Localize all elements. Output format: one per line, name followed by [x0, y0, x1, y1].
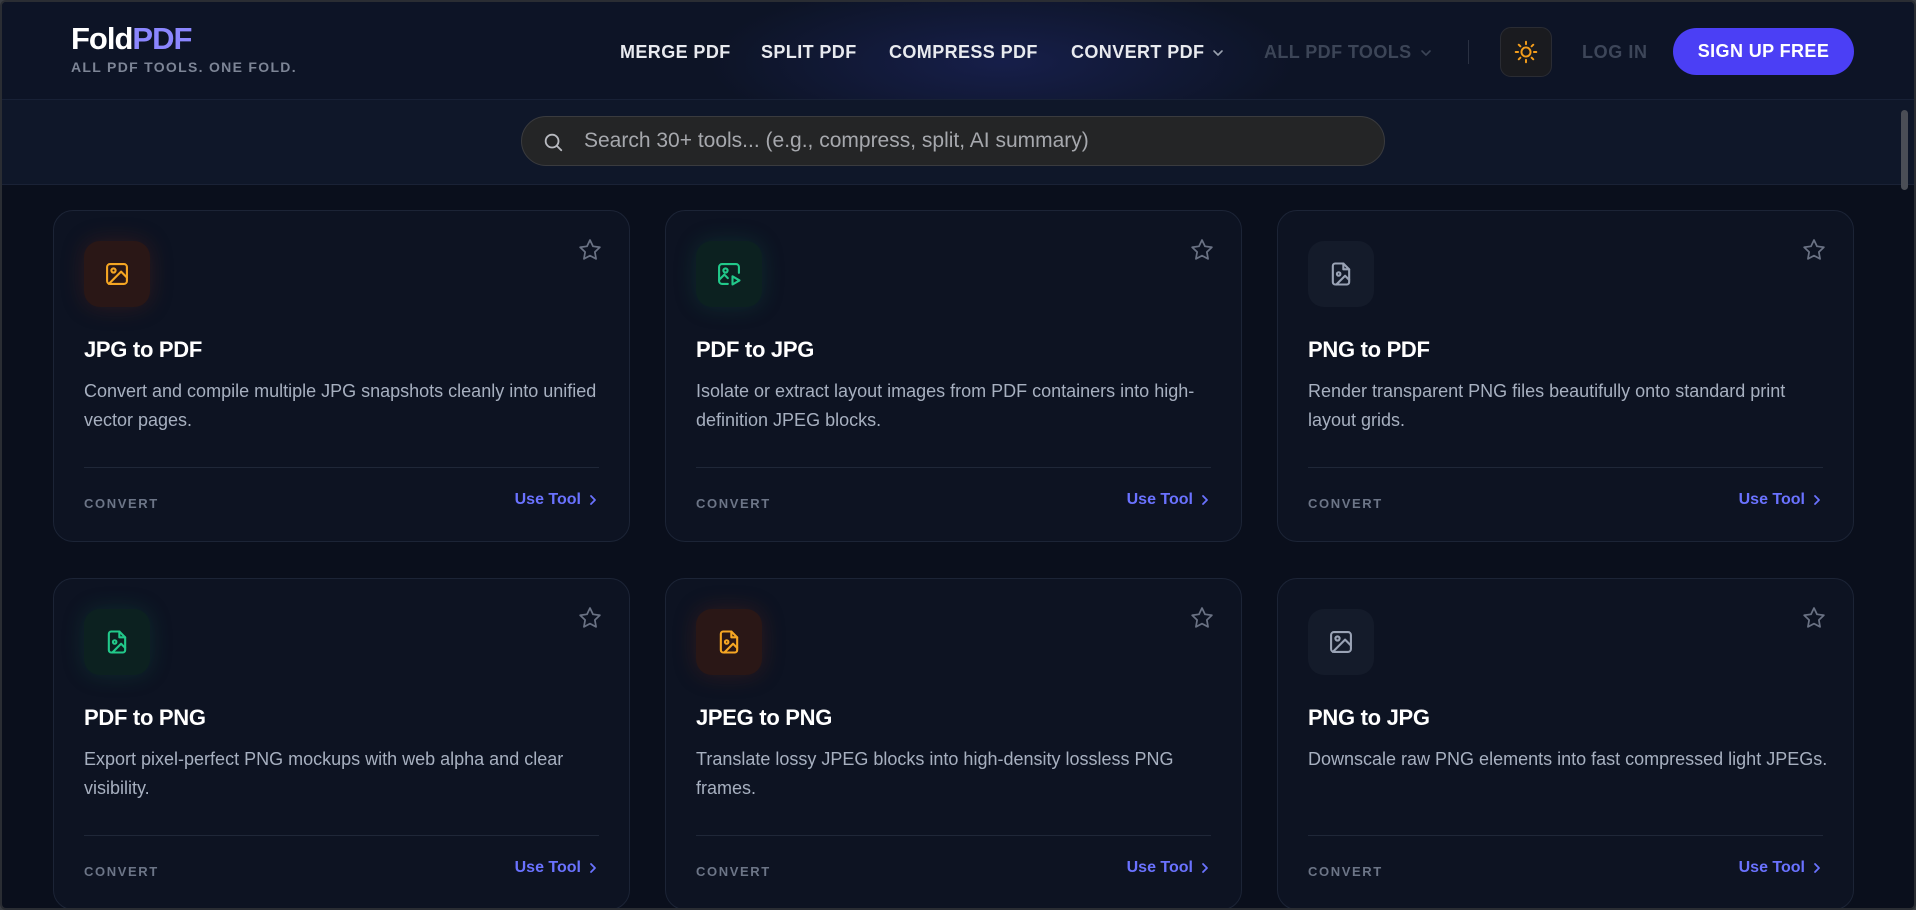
card-divider	[1308, 467, 1823, 468]
card-divider	[1308, 835, 1823, 836]
tool-card-pdf-to-png[interactable]: PDF to PNG Export pixel-perfect PNG mock…	[53, 578, 630, 908]
image-icon	[106, 263, 128, 285]
nav-convert-pdf-dropdown[interactable]: CONVERT PDF	[1071, 40, 1224, 64]
search-section	[2, 100, 1914, 185]
file-image-icon	[1331, 262, 1351, 286]
chevron-right-icon	[590, 495, 596, 505]
chevron-down-icon	[1213, 50, 1224, 57]
chevron-right-icon	[590, 863, 596, 873]
use-tool-label: Use Tool	[514, 859, 581, 876]
card-icon-badge	[696, 609, 762, 675]
card-icon-badge	[84, 241, 150, 307]
file-image-icon	[719, 630, 739, 654]
brand-logo[interactable]: FoldPDF ALL PDF TOOLS. ONE FOLD.	[71, 22, 297, 76]
search-input[interactable]	[584, 117, 1364, 165]
use-tool-label: Use Tool	[1738, 859, 1805, 876]
card-title: PNG to PDF	[1308, 337, 1430, 362]
use-tool-label: Use Tool	[1126, 491, 1193, 508]
use-tool-link[interactable]: Use Tool	[1739, 859, 1821, 877]
card-icon-badge	[696, 241, 762, 307]
card-description: Isolate or extract layout images from PD…	[696, 381, 1195, 430]
image-play-icon	[718, 263, 741, 286]
use-tool-link[interactable]: Use Tool	[1127, 491, 1209, 509]
chevron-right-icon	[1814, 863, 1820, 873]
signup-button[interactable]: SIGN UP FREE	[1673, 28, 1854, 75]
search-icon	[544, 133, 563, 152]
card-category: CONVERT	[696, 496, 771, 511]
card-description: Export pixel-perfect PNG mockups with we…	[84, 749, 564, 798]
nav-all-pdf-tools-label: ALL PDF TOOLS	[1264, 42, 1412, 62]
star-icon[interactable]	[1801, 605, 1827, 631]
sun-icon	[1514, 40, 1538, 64]
card-icon-badge	[1308, 609, 1374, 675]
star-icon[interactable]	[577, 237, 603, 263]
card-title: JPG to PDF	[84, 337, 203, 362]
brand-tagline: ALL PDF TOOLS. ONE FOLD.	[71, 59, 297, 75]
card-description: Convert and compile multiple JPG snapsho…	[84, 381, 597, 430]
theme-toggle-button[interactable]	[1500, 27, 1552, 77]
chevron-right-icon	[1202, 863, 1208, 873]
brand-name-part1: Fold	[71, 21, 133, 56]
card-divider	[696, 835, 1211, 836]
nav-convert-pdf-label: CONVERT PDF	[1071, 42, 1205, 62]
login-link[interactable]: LOG IN	[1582, 40, 1648, 64]
card-divider	[696, 467, 1211, 468]
use-tool-link[interactable]: Use Tool	[1739, 491, 1821, 509]
use-tool-label: Use Tool	[1126, 859, 1193, 876]
star-icon[interactable]	[1801, 237, 1827, 263]
file-image-icon	[107, 630, 127, 654]
card-title: PDF to JPG	[696, 337, 815, 362]
card-description: Translate lossy JPEG blocks into high-de…	[696, 749, 1174, 798]
tool-card-png-to-pdf[interactable]: PNG to PDF Render transparent PNG files …	[1277, 210, 1854, 542]
use-tool-link[interactable]: Use Tool	[1127, 859, 1209, 877]
card-icon-badge	[84, 609, 150, 675]
brand-name-part2: PDF	[132, 21, 192, 56]
site-header: FoldPDF ALL PDF TOOLS. ONE FOLD. MERGE P…	[2, 2, 1914, 100]
use-tool-label: Use Tool	[1738, 491, 1805, 508]
chevron-right-icon	[1202, 495, 1208, 505]
image-icon	[1330, 631, 1352, 653]
card-category: CONVERT	[696, 864, 771, 879]
tool-card-pdf-to-jpg[interactable]: PDF to JPG Isolate or extract layout ima…	[665, 210, 1242, 542]
use-tool-label: Use Tool	[514, 491, 581, 508]
tool-card-png-to-jpg[interactable]: PNG to JPG Downscale raw PNG elements in…	[1277, 578, 1854, 908]
card-category: CONVERT	[84, 864, 159, 879]
nav-merge-pdf[interactable]: MERGE PDF	[620, 40, 731, 64]
search-box[interactable]	[521, 116, 1385, 166]
tool-card-jpeg-to-png[interactable]: JPEG to PNG Translate lossy JPEG blocks …	[665, 578, 1242, 908]
star-icon[interactable]	[1189, 237, 1215, 263]
star-icon[interactable]	[577, 605, 603, 631]
use-tool-link[interactable]: Use Tool	[515, 859, 597, 877]
use-tool-link[interactable]: Use Tool	[515, 491, 597, 509]
card-divider	[84, 835, 599, 836]
card-description: Downscale raw PNG elements into fast com…	[1308, 749, 1828, 769]
card-title: PDF to PNG	[84, 705, 206, 730]
nav-compress-pdf[interactable]: COMPRESS PDF	[889, 40, 1038, 64]
star-icon[interactable]	[1189, 605, 1215, 631]
card-category: CONVERT	[84, 496, 159, 511]
chevron-right-icon	[1814, 495, 1820, 505]
card-description: Render transparent PNG files beautifully…	[1308, 381, 1786, 430]
brand-name: FoldPDF	[71, 22, 297, 56]
card-title: JPEG to PNG	[696, 705, 833, 730]
page-scrollbar-thumb[interactable]	[1901, 110, 1908, 190]
nav-divider	[1468, 40, 1469, 64]
card-title: PNG to JPG	[1308, 705, 1430, 730]
chevron-down-icon	[1420, 50, 1431, 57]
card-divider	[84, 467, 599, 468]
nav-all-pdf-tools-dropdown[interactable]: ALL PDF TOOLS	[1264, 40, 1432, 64]
card-icon-badge	[1308, 241, 1374, 307]
card-category: CONVERT	[1308, 864, 1383, 879]
card-category: CONVERT	[1308, 496, 1383, 511]
tool-card-jpg-to-pdf[interactable]: JPG to PDF Convert and compile multiple …	[53, 210, 630, 542]
nav-split-pdf[interactable]: SPLIT PDF	[761, 40, 857, 64]
browser-viewport: FoldPDF ALL PDF TOOLS. ONE FOLD. MERGE P…	[0, 0, 1916, 910]
